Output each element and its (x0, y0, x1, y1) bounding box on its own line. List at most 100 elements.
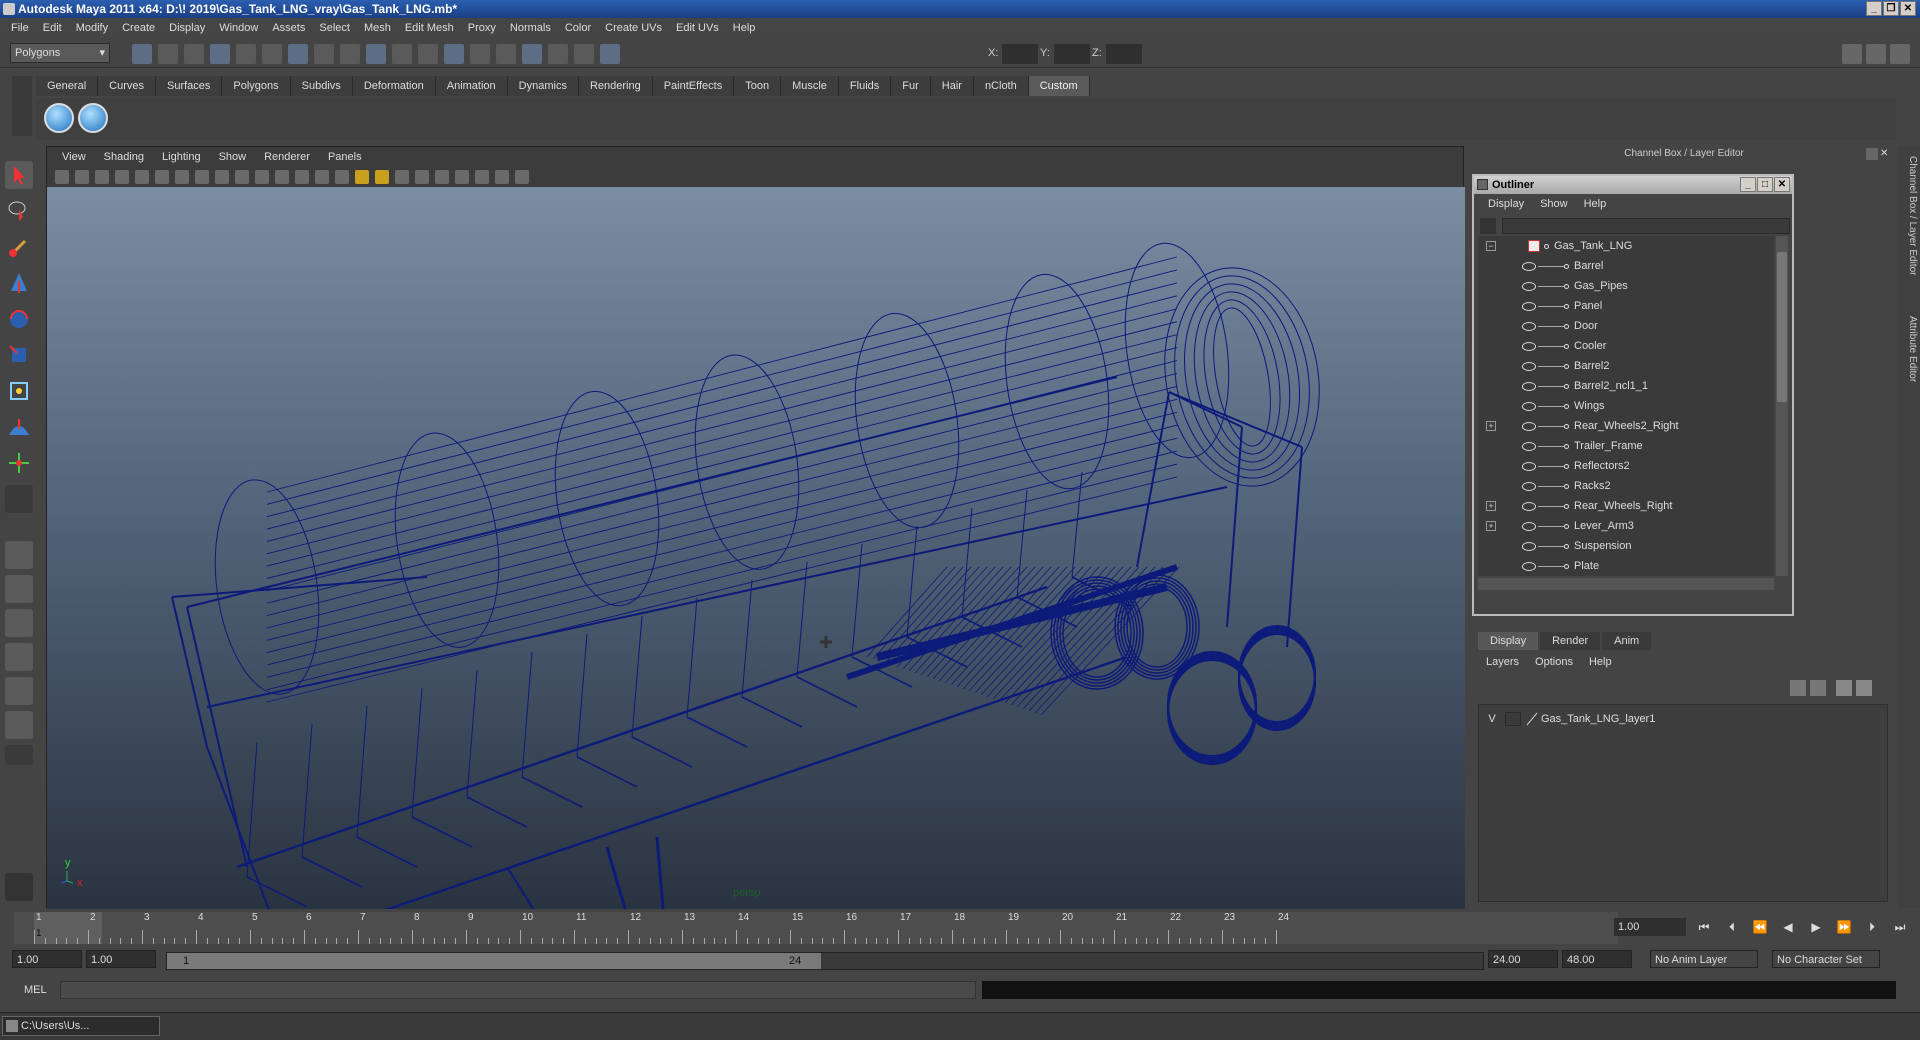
shelf-tab-subdivs[interactable]: Subdivs (290, 76, 353, 96)
menu-create[interactable]: Create (115, 22, 162, 34)
outliner-close-button[interactable]: ✕ (1774, 177, 1790, 192)
expand-icon[interactable]: + (1486, 521, 1496, 531)
save-scene-icon[interactable] (184, 44, 204, 64)
go-to-start-button[interactable]: ⏮ (1694, 918, 1714, 936)
select-by-hierarchy-icon[interactable] (210, 44, 230, 64)
viewport-tool-8-icon[interactable] (195, 170, 209, 184)
mel-script-icon[interactable] (5, 873, 33, 901)
shelf-tab-deformation[interactable]: Deformation (352, 76, 436, 96)
outliner-minimize-button[interactable]: _ (1740, 177, 1756, 192)
anim-layer-select[interactable]: No Anim Layer (1650, 950, 1758, 968)
time-slider[interactable]: 1 1 2 3 4 5 6 7 8 9 10 11 12 13 14 15 16 17 18 19 20 21 22 23 2… (14, 912, 1618, 944)
viewport-tool-22-icon[interactable] (475, 170, 489, 184)
outliner-vertical-scrollbar[interactable] (1776, 236, 1788, 576)
viewport-tool-24-icon[interactable] (515, 170, 529, 184)
menu-modify[interactable]: Modify (69, 22, 115, 34)
x-field[interactable] (1002, 44, 1038, 64)
menu-set-select[interactable]: Polygons ▾ (10, 43, 110, 63)
step-forward-key-button[interactable]: ⏩ (1834, 918, 1854, 936)
outliner-filter-icon[interactable] (1480, 218, 1496, 234)
expand-icon[interactable]: + (1486, 421, 1496, 431)
viewport-tool-4-icon[interactable] (115, 170, 129, 184)
menu-help[interactable]: Help (726, 22, 763, 34)
menu-edit[interactable]: Edit (36, 22, 69, 34)
layer-menu-help[interactable]: Help (1581, 656, 1620, 668)
toggle-attribute-editor-icon[interactable] (1842, 44, 1862, 64)
float-panel-icon[interactable] (1866, 148, 1878, 160)
outliner-item[interactable]: Barrel2 (1478, 356, 1774, 376)
menu-display[interactable]: Display (162, 22, 212, 34)
range-slider-handle[interactable]: 1 24 (167, 953, 821, 969)
close-button[interactable]: ✕ (1900, 1, 1916, 16)
viewport-tool-1-icon[interactable] (55, 170, 69, 184)
layer-tab-anim[interactable]: Anim (1602, 632, 1652, 650)
shelf-tab-curves[interactable]: Curves (98, 76, 156, 96)
snap-plane-icon[interactable] (366, 44, 386, 64)
shelf-tab-custom[interactable]: Custom (1028, 76, 1090, 96)
side-tab-channel-box[interactable]: Channel Box / Layer Editor (1900, 156, 1918, 276)
scale-tool-icon[interactable] (5, 341, 33, 369)
outliner-menu-help[interactable]: Help (1576, 198, 1615, 210)
layer-row[interactable]: V Gas_Tank_LNG_layer1 (1479, 709, 1889, 729)
menu-color[interactable]: Color (558, 22, 598, 34)
shelf-tab-toon[interactable]: Toon (734, 76, 782, 96)
shelf-tab-animation[interactable]: Animation (435, 76, 508, 96)
layer-type-toggle[interactable] (1505, 712, 1521, 726)
four-pane-layout-icon[interactable] (5, 575, 33, 603)
outliner-item[interactable]: Cooler (1478, 336, 1774, 356)
viewport-menu-renderer[interactable]: Renderer (255, 151, 319, 163)
outliner-item[interactable]: + Lever_Arm3 (1478, 516, 1774, 536)
viewport-tool-20-icon[interactable] (435, 170, 449, 184)
menu-proxy[interactable]: Proxy (461, 22, 503, 34)
shelf-menu-handle[interactable] (12, 76, 32, 136)
shelf-tab-fluids[interactable]: Fluids (838, 76, 892, 96)
viewport-tool-16-icon[interactable] (355, 170, 369, 184)
toggle-channel-box-icon[interactable] (1890, 44, 1910, 64)
single-pane-layout-icon[interactable] (5, 541, 33, 569)
select-by-component-icon[interactable] (262, 44, 282, 64)
render-frame-icon[interactable] (496, 44, 516, 64)
outliner-item[interactable]: Panel (1478, 296, 1774, 316)
side-tab-attribute-editor[interactable]: Attribute Editor (1900, 316, 1918, 382)
viewport-menu-panels[interactable]: Panels (319, 151, 371, 163)
output-ops-icon[interactable] (470, 44, 490, 64)
viewport-tool-5-icon[interactable] (135, 170, 149, 184)
viewport-menu-shading[interactable]: Shading (95, 151, 153, 163)
y-field[interactable] (1054, 44, 1090, 64)
range-slider[interactable]: 1 24 (166, 952, 1484, 970)
mel-command-input[interactable] (60, 981, 976, 999)
persp-hypershade-layout-icon[interactable] (5, 677, 33, 705)
history-icon[interactable] (418, 44, 438, 64)
soft-modification-icon[interactable] (5, 413, 33, 441)
step-back-key-button[interactable]: ⏪ (1750, 918, 1770, 936)
outliner-persp-layout-icon[interactable] (5, 609, 33, 637)
outliner-item[interactable]: + Rear_Wheels_Right (1478, 496, 1774, 516)
taskbar-item[interactable]: C:\Users\Us... (2, 1016, 160, 1036)
animation-end-field[interactable]: 48.00 (1562, 950, 1632, 968)
menu-edit-uvs[interactable]: Edit UVs (669, 22, 726, 34)
outliner-horizontal-scrollbar[interactable] (1478, 578, 1774, 590)
viewport-canvas[interactable]: persp y x (47, 187, 1465, 1018)
shelf-tab-rendering[interactable]: Rendering (578, 76, 653, 96)
snap-curve-icon[interactable] (314, 44, 334, 64)
collapse-icon[interactable]: − (1486, 241, 1496, 251)
playback-start-field[interactable]: 1.00 (86, 950, 156, 968)
custom-script-2-icon[interactable] (78, 103, 108, 133)
viewport-tool-2-icon[interactable] (75, 170, 89, 184)
render-settings-icon[interactable] (548, 44, 568, 64)
show-attr-icon[interactable] (600, 44, 620, 64)
viewport-menu-show[interactable]: Show (210, 151, 256, 163)
z-field[interactable] (1106, 44, 1142, 64)
play-forwards-button[interactable]: ▶ (1806, 918, 1826, 936)
make-live-icon[interactable] (392, 44, 412, 64)
play-backwards-button[interactable]: ◀ (1778, 918, 1798, 936)
outliner-item[interactable]: Barrel (1478, 256, 1774, 276)
viewport-tool-12-icon[interactable] (275, 170, 289, 184)
layer-tab-display[interactable]: Display (1478, 632, 1539, 650)
layer-tab-render[interactable]: Render (1540, 632, 1601, 650)
expand-icon[interactable]: + (1486, 501, 1496, 511)
layout-options-icon[interactable] (5, 745, 33, 765)
layer-menu-options[interactable]: Options (1527, 656, 1581, 668)
viewport-tool-18-icon[interactable] (395, 170, 409, 184)
viewport-menu-lighting[interactable]: Lighting (153, 151, 210, 163)
